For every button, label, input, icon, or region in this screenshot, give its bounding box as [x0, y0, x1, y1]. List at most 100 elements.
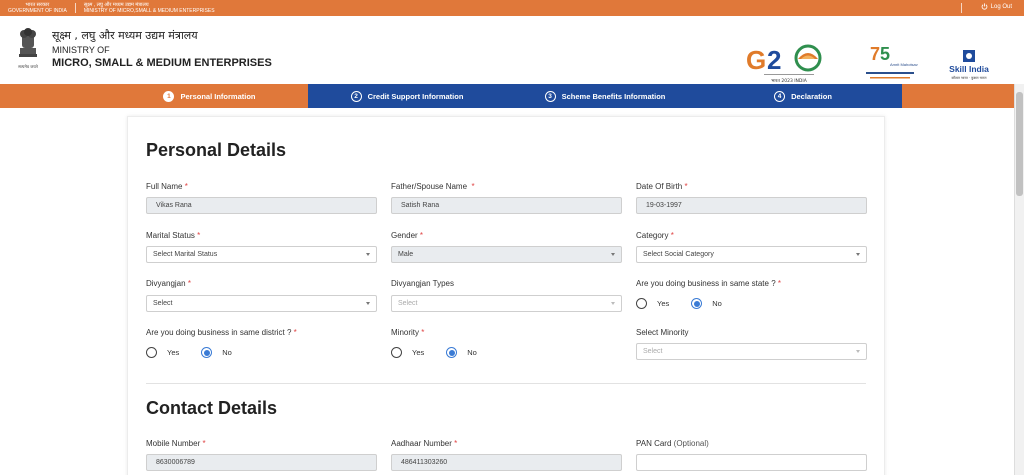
required-mark: *: [777, 279, 781, 288]
same-state-yes-radio[interactable]: [636, 298, 647, 309]
dob-input[interactable]: 19-03-1997: [636, 197, 867, 214]
marital-status-select[interactable]: Select Marital Status: [146, 246, 377, 263]
required-mark: *: [471, 182, 475, 191]
minority-yes-radio[interactable]: [391, 347, 402, 358]
divyangjan-label: Divyangjan *: [146, 279, 191, 288]
step-credit-support-information[interactable]: 2 Credit Support Information: [308, 84, 506, 108]
ministry-small-english: MINISTRY OF MICRO,SMALL & MEDIUM ENTERPR…: [83, 8, 215, 14]
contact-details-title: Contact Details: [146, 398, 278, 418]
same-state-label: Are you doing business in same state ? *: [636, 279, 781, 288]
gender-value: Male: [398, 251, 414, 258]
chevron-down-icon: [366, 253, 370, 256]
required-mark: *: [419, 231, 424, 240]
pan-card-input[interactable]: [636, 454, 867, 471]
ministry-hindi: सूक्ष्म , लघु और मध्यम उद्यम मंत्रालय: [52, 29, 198, 42]
yes-label: Yes: [167, 348, 180, 357]
gov-english: GOVERNMENT OF INDIA: [8, 8, 67, 14]
dob-label-text: Date Of Birth: [636, 182, 683, 191]
no-label: No: [712, 299, 722, 308]
category-select[interactable]: Select Social Category: [636, 246, 867, 263]
minority-label: Minority *: [391, 328, 424, 337]
full-name-label: Full Name *: [146, 182, 188, 191]
skill-india-text: Skill India: [949, 64, 989, 74]
aadhaar-number-label-text: Aadhaar Number: [391, 439, 452, 448]
full-name-input[interactable]: Vikas Rana: [146, 197, 377, 214]
same-state-label-text: Are you doing business in same state ?: [636, 279, 776, 288]
steps-right-edge: [902, 84, 1014, 108]
marital-status-value: Select Marital Status: [153, 251, 218, 258]
marital-status-label-text: Marital Status: [146, 231, 195, 240]
step-label: Declaration: [791, 91, 832, 101]
divyangjan-types-select[interactable]: Select: [391, 295, 622, 312]
gender-select[interactable]: Male: [391, 246, 622, 263]
mobile-number-label: Mobile Number *: [146, 439, 206, 448]
gov-of-india: भारत सरकार GOVERNMENT OF INDIA: [0, 2, 75, 14]
logout-separator: [961, 3, 962, 13]
required-mark: *: [293, 328, 297, 337]
steps-left-edge: [0, 84, 111, 108]
divyangjan-types-label: Divyangjan Types: [391, 279, 454, 288]
mobile-number-input[interactable]: 8630006789: [146, 454, 377, 471]
step-personal-information[interactable]: 1 Personal Information: [111, 84, 308, 108]
chevron-down-icon: [366, 302, 370, 305]
divyangjan-select[interactable]: Select: [146, 295, 377, 312]
form-steps: 1 Personal Information 2 Credit Support …: [0, 84, 1024, 108]
step-number: 1: [163, 90, 175, 102]
chevron-down-icon: [856, 253, 860, 256]
marital-status-label: Marital Status *: [146, 231, 200, 240]
gender-label-text: Gender: [391, 231, 418, 240]
mobile-number-label-text: Mobile Number: [146, 439, 201, 448]
required-mark: *: [670, 231, 674, 240]
emblem-caption: सत्यमेव जयते: [18, 64, 38, 69]
ministry-small: सूक्ष्म , लघु और मध्यम उद्यम मंत्रालय MI…: [76, 2, 223, 14]
step-label: Personal Information: [180, 91, 256, 101]
select-minority-value: Select: [643, 348, 663, 355]
gender-label: Gender *: [391, 231, 423, 240]
required-mark: *: [684, 182, 688, 191]
top-bar: भारत सरकार GOVERNMENT OF INDIA सूक्ष्म ,…: [0, 0, 1024, 16]
step-scheme-benefits-information[interactable]: 3 Scheme Benefits Information: [506, 84, 704, 108]
father-name-input[interactable]: Satish Rana: [391, 197, 622, 214]
select-minority-select[interactable]: Select: [636, 343, 867, 360]
azadi-subtitle: Amrit Mahotsav: [890, 62, 918, 67]
national-emblem-icon: सत्यमेव जयते: [18, 28, 39, 69]
svg-text:7: 7: [870, 44, 880, 64]
minority-no-radio[interactable]: [446, 347, 458, 358]
same-district-label-text: Are you doing business in same district …: [146, 328, 292, 337]
minority-radio-group: Yes No: [391, 347, 477, 358]
select-minority-label: Select Minority: [636, 328, 689, 337]
pan-card-label: PAN Card (Optional): [636, 439, 709, 448]
father-name-label-text: Father/Spouse Name: [391, 182, 468, 191]
step-label: Credit Support Information: [367, 91, 464, 101]
same-state-no-radio[interactable]: [691, 298, 703, 309]
step-label: Scheme Benefits Information: [561, 91, 666, 101]
same-district-no-radio[interactable]: [201, 347, 213, 358]
same-district-yes-radio[interactable]: [146, 347, 157, 358]
aadhaar-number-input[interactable]: 486411303260: [391, 454, 622, 471]
ministry-title: सूक्ष्म , लघु और मध्यम उद्यम मंत्रालय MI…: [52, 28, 272, 69]
minority-label-text: Minority: [391, 328, 420, 337]
divyangjan-types-value: Select: [398, 300, 418, 307]
chevron-down-icon: [856, 350, 860, 353]
section-divider: [146, 383, 866, 384]
no-label: No: [222, 348, 232, 357]
scrollbar-thumb[interactable]: [1016, 92, 1023, 196]
full-name-label-text: Full Name: [146, 182, 183, 191]
required-mark: *: [187, 279, 191, 288]
logout-button[interactable]: Log Out: [981, 3, 1012, 10]
same-district-radio-group: Yes No: [146, 347, 232, 358]
required-mark: *: [184, 182, 188, 191]
step-number: 4: [774, 90, 786, 102]
personal-details-title: Personal Details: [146, 140, 287, 160]
required-mark: *: [421, 328, 425, 337]
pan-card-label-text: PAN Card: [636, 439, 672, 448]
same-district-label: Are you doing business in same district …: [146, 328, 297, 337]
chevron-down-icon: [611, 253, 615, 256]
skill-india-subtitle: कौशल भारत · कुशल भारत: [952, 75, 988, 80]
step-declaration[interactable]: 4 Declaration: [704, 84, 902, 108]
father-name-label: Father/Spouse Name *: [391, 182, 475, 191]
page-scrollbar[interactable]: [1014, 84, 1024, 475]
required-mark: *: [202, 439, 206, 448]
pan-optional-text: (Optional): [673, 439, 709, 448]
dob-label: Date Of Birth *: [636, 182, 688, 191]
